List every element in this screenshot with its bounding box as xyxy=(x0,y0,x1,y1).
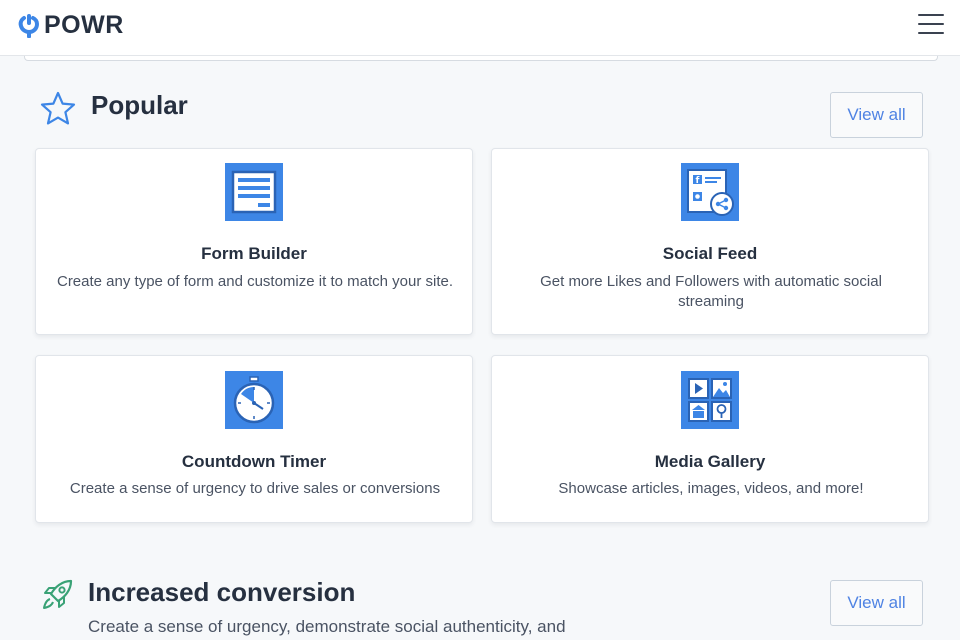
app-card-countdown-timer[interactable]: Countdown Timer Create a sense of urgenc… xyxy=(35,355,473,523)
card-title: Countdown Timer xyxy=(181,452,327,471)
section-title-popular: Popular xyxy=(91,90,188,120)
card-description: Get more Likes and Followers with automa… xyxy=(540,273,882,310)
star-icon xyxy=(40,91,76,125)
card-description: Create any type of form and customize it… xyxy=(56,273,453,290)
powr-logo[interactable]: POWR xyxy=(18,10,124,40)
view-all-conversion-button[interactable]: View all xyxy=(830,580,923,626)
hamburger-menu-icon[interactable] xyxy=(916,11,946,37)
app-card-media-gallery[interactable]: Media Gallery Showcase articles, images,… xyxy=(491,355,929,523)
rocket-icon xyxy=(43,579,73,609)
social-feed-icon: f xyxy=(681,163,739,221)
top-header: POWR xyxy=(0,0,960,56)
view-all-popular-button[interactable]: View all xyxy=(830,92,923,138)
brand-name: POWR xyxy=(44,10,124,39)
card-description: Create a sense of urgency to drive sales… xyxy=(69,480,441,497)
card-title: Media Gallery xyxy=(654,452,766,471)
section-title-increased-conversion: Increased conversion xyxy=(88,577,356,607)
form-icon xyxy=(225,163,283,221)
app-card-form-builder[interactable]: Form Builder Create any type of form and… xyxy=(35,148,473,335)
section-subtitle: Create a sense of urgency, demonstrate s… xyxy=(88,617,566,636)
stopwatch-icon xyxy=(225,371,283,429)
svg-text:f: f xyxy=(696,176,700,186)
powr-logo-icon xyxy=(18,14,40,38)
card-title: Social Feed xyxy=(662,244,758,263)
card-title: Form Builder xyxy=(201,244,307,263)
media-gallery-icon xyxy=(681,371,739,429)
app-card-social-feed[interactable]: f Social Feed Get more Likes and Followe… xyxy=(491,148,929,335)
card-description: Showcase articles, images, videos, and m… xyxy=(558,480,864,497)
